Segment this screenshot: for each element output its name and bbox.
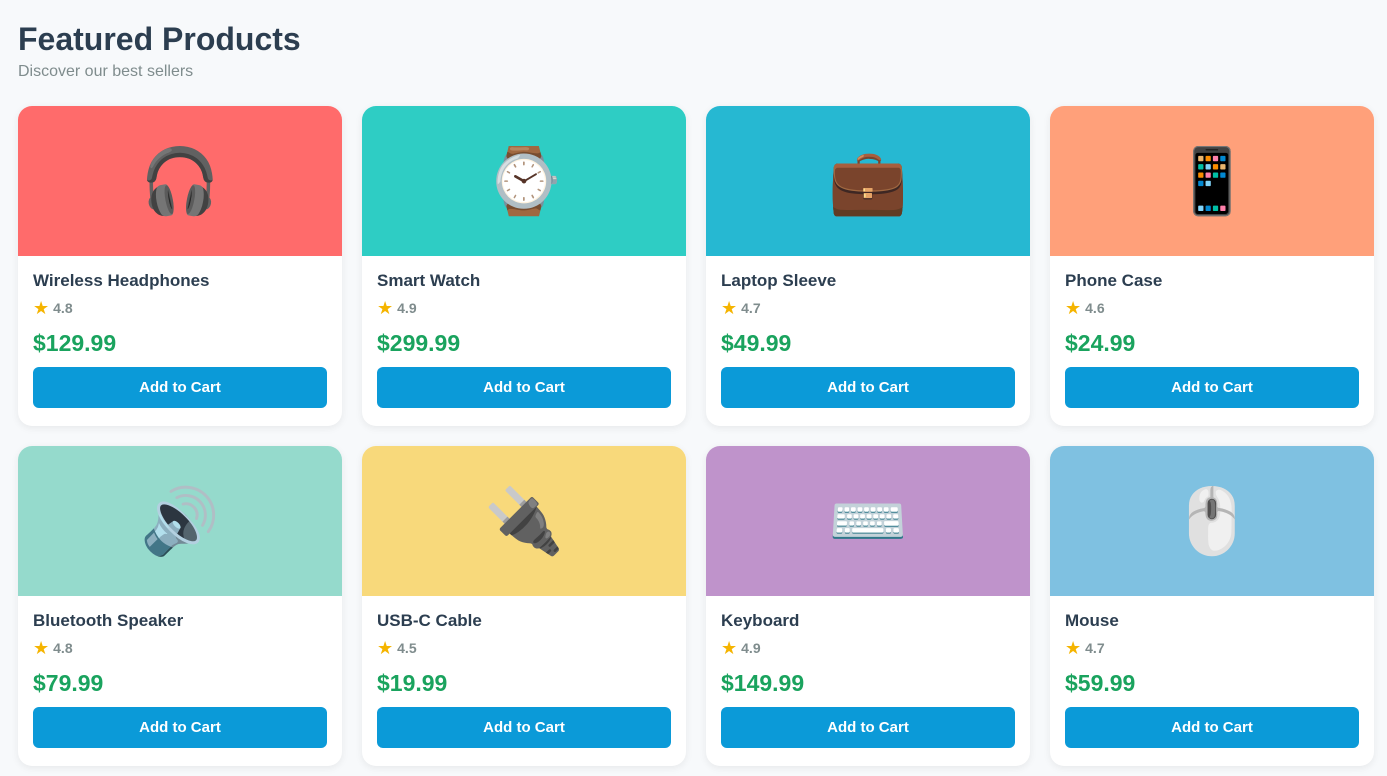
product-rating: ★ 4.8 [33, 639, 327, 657]
product-card: 🔊 Bluetooth Speaker ★ 4.8 $79.99 Add to … [18, 446, 342, 766]
star-icon: ★ [33, 298, 50, 318]
product-rating: ★ 4.7 [721, 299, 1015, 317]
product-name: Phone Case [1065, 271, 1163, 290]
product-image: 🎧 [18, 106, 342, 256]
rating-value: 4.7 [1085, 640, 1105, 656]
product-rating: ★ 4.5 [377, 639, 671, 657]
product-image: ⌚ [362, 106, 686, 256]
product-card: ⌚ Smart Watch ★ 4.9 $299.99 Add to Cart [362, 106, 686, 426]
product-rating: ★ 4.9 [377, 299, 671, 317]
product-rating: ★ 4.7 [1065, 639, 1359, 657]
headphones-icon: 🎧 [140, 145, 220, 217]
mouse-icon: 🖱️ [1172, 485, 1252, 557]
plug-icon: 🔌 [484, 485, 564, 557]
rating-value: 4.9 [397, 300, 417, 316]
product-image: 📱 [1050, 106, 1374, 256]
product-price: $59.99 [1065, 670, 1136, 696]
rating-value: 4.9 [741, 640, 761, 656]
speaker-icon: 🔊 [140, 485, 220, 557]
product-image: 💼 [706, 106, 1030, 256]
product-details: Bluetooth Speaker ★ 4.8 $79.99 Add to Ca… [18, 596, 342, 748]
product-card: 💼 Laptop Sleeve ★ 4.7 $49.99 Add to Cart [706, 106, 1030, 426]
product-name: Keyboard [721, 611, 800, 630]
product-card: 🖱️ Mouse ★ 4.7 $59.99 Add to Cart [1050, 446, 1374, 766]
product-card: 🔌 USB-C Cable ★ 4.5 $19.99 Add to Cart [362, 446, 686, 766]
rating-value: 4.8 [53, 640, 73, 656]
add-to-cart-button[interactable]: Add to Cart [33, 367, 327, 408]
product-image: 🔊 [18, 446, 342, 596]
product-card: 🎧 Wireless Headphones ★ 4.8 $129.99 Add … [18, 106, 342, 426]
star-icon: ★ [721, 298, 738, 318]
product-name: Mouse [1065, 611, 1119, 630]
add-to-cart-button[interactable]: Add to Cart [33, 707, 327, 748]
product-rating: ★ 4.6 [1065, 299, 1359, 317]
rating-value: 4.6 [1085, 300, 1105, 316]
product-details: Laptop Sleeve ★ 4.7 $49.99 Add to Cart [706, 256, 1030, 408]
product-card: 📱 Phone Case ★ 4.6 $24.99 Add to Cart [1050, 106, 1374, 426]
star-icon: ★ [1065, 298, 1082, 318]
product-price: $24.99 [1065, 330, 1136, 356]
product-details: Phone Case ★ 4.6 $24.99 Add to Cart [1050, 256, 1374, 408]
star-icon: ★ [33, 638, 50, 658]
product-rating: ★ 4.8 [33, 299, 327, 317]
product-grid: 🎧 Wireless Headphones ★ 4.8 $129.99 Add … [18, 106, 1374, 766]
product-price: $79.99 [33, 670, 104, 696]
product-details: Mouse ★ 4.7 $59.99 Add to Cart [1050, 596, 1374, 748]
product-details: USB-C Cable ★ 4.5 $19.99 Add to Cart [362, 596, 686, 748]
add-to-cart-button[interactable]: Add to Cart [721, 367, 1015, 408]
product-details: Keyboard ★ 4.9 $149.99 Add to Cart [706, 596, 1030, 748]
add-to-cart-button[interactable]: Add to Cart [721, 707, 1015, 748]
product-page: Featured Products Discover our best sell… [0, 0, 1387, 776]
phone-icon: 📱 [1172, 145, 1252, 217]
product-price: $49.99 [721, 330, 792, 356]
product-name: USB-C Cable [377, 611, 482, 630]
rating-value: 4.8 [53, 300, 73, 316]
add-to-cart-button[interactable]: Add to Cart [1065, 707, 1359, 748]
product-name: Bluetooth Speaker [33, 611, 184, 630]
rating-value: 4.5 [397, 640, 417, 656]
page-title: Featured Products [18, 21, 301, 57]
product-rating: ★ 4.9 [721, 639, 1015, 657]
product-details: Smart Watch ★ 4.9 $299.99 Add to Cart [362, 256, 686, 408]
star-icon: ★ [721, 638, 738, 658]
add-to-cart-button[interactable]: Add to Cart [1065, 367, 1359, 408]
add-to-cart-button[interactable]: Add to Cart [377, 367, 671, 408]
page-subtitle: Discover our best sellers [18, 63, 194, 80]
product-details: Wireless Headphones ★ 4.8 $129.99 Add to… [18, 256, 342, 408]
add-to-cart-button[interactable]: Add to Cart [377, 707, 671, 748]
product-price: $19.99 [377, 670, 448, 696]
product-price: $149.99 [721, 670, 805, 696]
product-name: Wireless Headphones [33, 271, 210, 290]
product-image: 🖱️ [1050, 446, 1374, 596]
keyboard-icon: ⌨️ [828, 485, 908, 557]
product-price: $299.99 [377, 330, 461, 356]
product-name: Smart Watch [377, 271, 481, 290]
watch-icon: ⌚ [484, 145, 564, 217]
briefcase-icon: 💼 [828, 145, 908, 217]
product-card: ⌨️ Keyboard ★ 4.9 $149.99 Add to Cart [706, 446, 1030, 766]
star-icon: ★ [1065, 638, 1082, 658]
product-image: 🔌 [362, 446, 686, 596]
rating-value: 4.7 [741, 300, 761, 316]
product-image: ⌨️ [706, 446, 1030, 596]
star-icon: ★ [377, 638, 394, 658]
product-name: Laptop Sleeve [721, 271, 837, 290]
product-price: $129.99 [33, 330, 117, 356]
star-icon: ★ [377, 298, 394, 318]
